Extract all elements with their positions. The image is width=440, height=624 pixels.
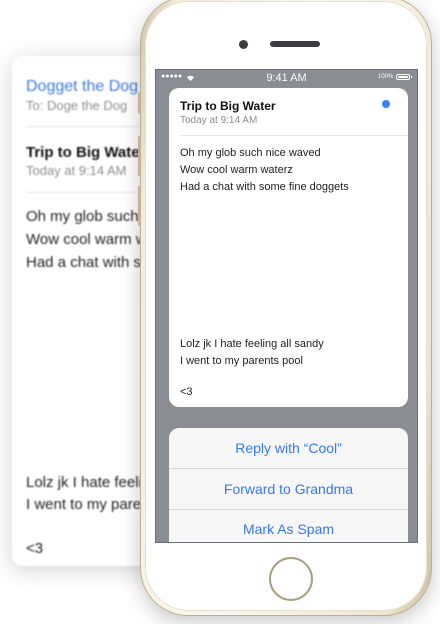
mail-signoff: <3 bbox=[180, 386, 193, 398]
mail-body-line: Oh my glob such nice waved bbox=[180, 147, 321, 159]
volume-down-button bbox=[138, 186, 141, 226]
mail-signoff: <3 bbox=[26, 540, 44, 557]
mail-recipient: To: Doge the Dog bbox=[26, 98, 128, 113]
mail-date: Today at 9:14 AM bbox=[26, 163, 127, 178]
mail-body-line: I went to my parents pool bbox=[180, 355, 303, 367]
mail-sender: Dogget the Dog bbox=[26, 78, 139, 95]
quick-actions-sheet: Reply with “Cool” Forward to Grandma Mar… bbox=[169, 428, 408, 542]
phone-screen: ●●●●● 9:41 AM 100% Trip to Big Water Tod… bbox=[156, 70, 417, 542]
mail-body-line: Wow cool warm waterz bbox=[180, 164, 293, 176]
front-camera bbox=[239, 40, 248, 49]
mail-body-line: Had a chat with some fine doggets bbox=[180, 181, 349, 193]
battery-icon bbox=[396, 74, 412, 80]
battery-percentage: 100% bbox=[378, 74, 394, 80]
status-bar: ●●●●● 9:41 AM 100% bbox=[156, 70, 417, 86]
mail-date: Today at 9:14 AM bbox=[180, 115, 258, 126]
mail-subject: Trip to Big Water bbox=[26, 144, 146, 161]
reply-cool-button[interactable]: Reply with “Cool” bbox=[169, 428, 408, 468]
forward-to-grandma-button[interactable]: Forward to Grandma bbox=[169, 469, 408, 509]
earpiece-speaker bbox=[270, 41, 320, 47]
mute-switch bbox=[138, 92, 141, 114]
unread-indicator bbox=[382, 100, 390, 108]
volume-up-button bbox=[138, 136, 141, 176]
mail-preview-card[interactable]: Trip to Big Water Today at 9:14 AM Oh my… bbox=[169, 88, 408, 407]
mark-as-spam-button[interactable]: Mark As Spam bbox=[169, 509, 408, 542]
mail-subject: Trip to Big Water bbox=[180, 99, 276, 113]
home-button[interactable] bbox=[269, 557, 313, 601]
divider bbox=[180, 135, 408, 136]
mail-body-line: Lolz jk I hate feeling all sandy bbox=[180, 338, 324, 350]
